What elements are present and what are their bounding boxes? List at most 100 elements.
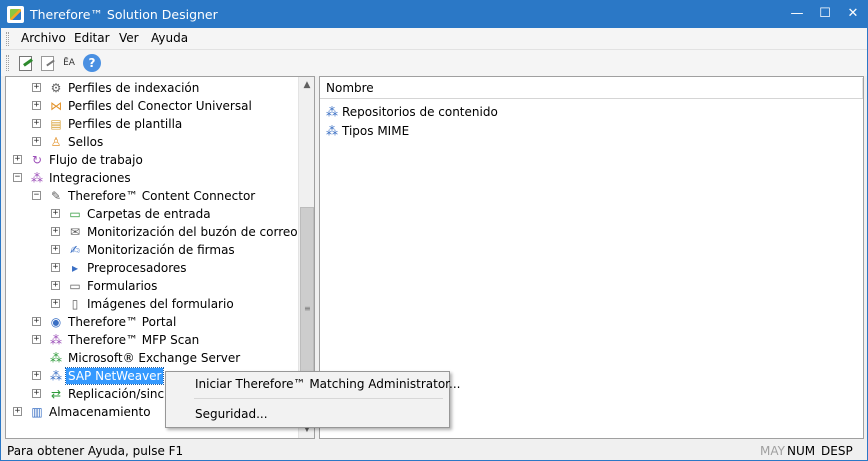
- tree-node-integraciones[interactable]: − ⁂ Integraciones: [6, 169, 296, 187]
- minimize-button[interactable]: —: [783, 1, 811, 28]
- disabled-edit-icon: [39, 54, 57, 72]
- status-bar: Para obtener Ayuda, pulse F1 MAY NUM DES…: [1, 441, 867, 460]
- expand-icon[interactable]: +: [13, 155, 22, 164]
- expand-icon[interactable]: +: [32, 119, 41, 128]
- tree-node-flujo-trabajo[interactable]: + ↻ Flujo de trabajo: [6, 151, 296, 169]
- tree-node-label: Replicación/sincro: [68, 387, 177, 401]
- tree-node-label: Monitorización del buzón de correo: [87, 225, 298, 239]
- tree-node-label: Carpetas de entrada: [87, 207, 211, 221]
- tree-node-mfp-scan[interactable]: + ⁂ Therefore™ MFP Scan: [6, 331, 296, 349]
- form-image-icon: ▯: [71, 297, 79, 311]
- expand-icon[interactable]: +: [13, 407, 22, 416]
- menu-separator: [194, 398, 443, 399]
- expand-icon[interactable]: +: [32, 83, 41, 92]
- num-lock-indicator: NUM: [787, 444, 816, 458]
- close-button[interactable]: ✕: [839, 1, 867, 28]
- expand-icon[interactable]: +: [32, 137, 41, 146]
- menu-item-seguridad[interactable]: Seguridad...: [195, 407, 268, 421]
- tree-node-sellos[interactable]: + ♙ Sellos: [6, 133, 296, 151]
- input-folder-icon: ▭: [69, 207, 81, 221]
- menubar-grip[interactable]: [6, 32, 9, 46]
- expand-icon[interactable]: +: [32, 389, 41, 398]
- expand-icon[interactable]: +: [51, 299, 60, 308]
- signature-monitor-icon: ✍: [69, 243, 81, 257]
- title-bar: Therefore™ Solution Designer — ☐ ✕: [1, 1, 867, 28]
- list-header: Nombre: [320, 77, 863, 99]
- tree-node-label: Formularios: [87, 279, 158, 293]
- expand-icon[interactable]: +: [51, 281, 60, 290]
- expand-icon[interactable]: +: [32, 371, 41, 380]
- collapse-icon[interactable]: −: [32, 191, 41, 200]
- expand-icon[interactable]: +: [51, 227, 60, 236]
- list-item-repositorios[interactable]: ⁂ Repositorios de contenido: [322, 103, 722, 121]
- scroll-up-arrow-icon[interactable]: ▲: [299, 77, 314, 94]
- menu-archivo[interactable]: Archivo: [21, 31, 66, 45]
- tree-node-imagenes-formulario[interactable]: + ▯ Imágenes del formulario: [6, 295, 296, 313]
- expand-icon[interactable]: +: [32, 335, 41, 344]
- form-icon: ▭: [69, 279, 81, 293]
- tree-node-content-connector[interactable]: − ✎ Therefore™ Content Connector: [6, 187, 296, 205]
- portal-icon: ◉: [50, 315, 62, 329]
- stamp-icon: ♙: [50, 135, 62, 149]
- replication-icon: ⇄: [50, 387, 62, 401]
- toolbar-grip[interactable]: [6, 55, 9, 71]
- tree-node-monitorizacion-firmas[interactable]: + ✍ Monitorización de firmas: [6, 241, 296, 259]
- content-connector-icon: ✎: [50, 189, 62, 203]
- therefore-app-icon: [7, 6, 24, 23]
- tree-node-conector-universal[interactable]: + ⋈ Perfiles del Conector Universal: [6, 97, 296, 115]
- tree-node-perfiles-indexacion[interactable]: + ⚙ Perfiles de indexación: [6, 79, 296, 97]
- scroll-lock-indicator: DESP: [821, 444, 853, 458]
- expand-icon[interactable]: +: [32, 317, 41, 326]
- font-icon[interactable]: ĒA: [60, 54, 78, 72]
- app-window: Therefore™ Solution Designer — ☐ ✕ Archi…: [0, 0, 868, 461]
- tree-node-portal[interactable]: + ◉ Therefore™ Portal: [6, 313, 296, 331]
- tree-node-preprocesadores[interactable]: + ▸ Preprocesadores: [6, 259, 296, 277]
- context-menu: Iniciar Therefore™ Matching Administrato…: [165, 371, 460, 428]
- menu-item-matching-administrator[interactable]: Iniciar Therefore™ Matching Administrato…: [195, 377, 460, 391]
- template-profile-icon: ▤: [50, 117, 62, 131]
- tree-node-label-selected: SAP NetWeaver: [64, 367, 165, 385]
- content-repository-icon: ⁂: [326, 105, 338, 119]
- menu-bar: Archivo Editar Ver Ayuda: [1, 28, 867, 49]
- tree-node-exchange-server[interactable]: ⁂ Microsoft® Exchange Server: [6, 349, 296, 367]
- column-header-nombre[interactable]: Nombre: [326, 81, 374, 95]
- tree-node-monitorizacion-buzon[interactable]: + ✉ Monitorización del buzón de correo: [6, 223, 298, 241]
- tree-node-carpetas-entrada[interactable]: + ▭ Carpetas de entrada: [6, 205, 296, 223]
- tree-node-label: Microsoft® Exchange Server: [68, 351, 241, 365]
- collapse-icon[interactable]: −: [13, 173, 22, 182]
- mime-type-icon: ⁂: [326, 124, 338, 138]
- tree-node-perfiles-plantilla[interactable]: + ▤ Perfiles de plantilla: [6, 115, 296, 133]
- tree-node-formularios[interactable]: + ▭ Formularios: [6, 277, 296, 295]
- tree-node-label: Therefore™ Portal: [68, 315, 177, 329]
- edit-icon[interactable]: [17, 54, 35, 72]
- workflow-icon: ↻: [31, 153, 43, 167]
- expand-icon[interactable]: +: [51, 245, 60, 254]
- help-icon[interactable]: ?: [83, 54, 101, 72]
- list-item-label: Repositorios de contenido: [342, 105, 498, 119]
- menu-ayuda[interactable]: Ayuda: [151, 31, 188, 45]
- expand-icon[interactable]: +: [51, 263, 60, 272]
- mailbox-monitor-icon: ✉: [69, 225, 81, 239]
- tree-node-label: Therefore™ MFP Scan: [68, 333, 200, 347]
- menu-ver[interactable]: Ver: [119, 31, 139, 45]
- tree-node-label: Imágenes del formulario: [87, 297, 234, 311]
- menu-editar[interactable]: Editar: [74, 31, 110, 45]
- column-divider[interactable]: [862, 78, 863, 98]
- tree-node-label: Perfiles de indexación: [68, 81, 200, 95]
- tree-node-label: Sellos: [68, 135, 104, 149]
- tree-node-label: Preprocesadores: [87, 261, 187, 275]
- tree-node-label: Flujo de trabajo: [49, 153, 143, 167]
- universal-connector-icon: ⋈: [50, 99, 62, 113]
- maximize-button[interactable]: ☐: [811, 1, 839, 28]
- integrations-icon: ⁂: [31, 171, 43, 185]
- tree-node-label: Therefore™ Content Connector: [68, 189, 256, 203]
- expand-icon[interactable]: +: [32, 101, 41, 110]
- status-text: Para obtener Ayuda, pulse F1: [7, 444, 184, 458]
- index-profile-icon: ⚙: [50, 81, 62, 95]
- list-item-tipos-mime[interactable]: ⁂ Tipos MIME: [322, 122, 722, 140]
- tree-node-label: Almacenamiento: [49, 405, 151, 419]
- thumb-grip-icon: ≡: [304, 304, 311, 313]
- tree-node-label: Perfiles de plantilla: [68, 117, 183, 131]
- expand-icon[interactable]: +: [51, 209, 60, 218]
- preprocessor-icon: ▸: [71, 261, 79, 275]
